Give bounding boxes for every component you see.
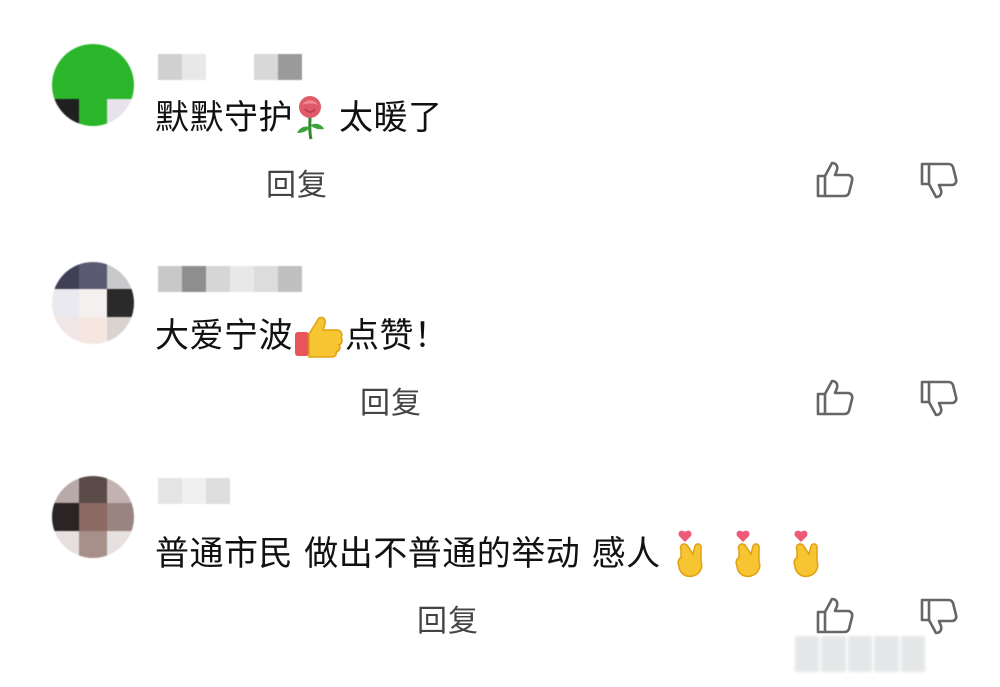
thumbs-up-emoji bbox=[295, 316, 343, 358]
comment-item: 普通市民 做出不普通的举动 感人 回复 bbox=[0, 0, 1000, 639]
avatar-mosaic-cell bbox=[79, 316, 107, 344]
finger-heart-emoji bbox=[793, 530, 819, 578]
thumbs-down-outline-icon[interactable] bbox=[918, 378, 960, 420]
avatar-mosaic-cell bbox=[79, 262, 107, 290]
avatar-mosaic-cell bbox=[52, 503, 80, 531]
avatar-mosaic-cell bbox=[106, 262, 134, 290]
avatar-mosaic-cell bbox=[79, 503, 107, 531]
watermark-blurred bbox=[795, 636, 926, 672]
avatar-mosaic-cell bbox=[52, 476, 80, 504]
comment-text-part: 点赞！ bbox=[345, 316, 449, 356]
avatar-mosaic-cell bbox=[52, 530, 80, 558]
avatar[interactable] bbox=[52, 262, 134, 344]
comment-text: 大爱宁波 点赞！ bbox=[155, 312, 449, 360]
username-blurred[interactable] bbox=[158, 478, 230, 504]
avatar-mosaic-cell bbox=[106, 530, 134, 558]
avatar-mosaic-cell bbox=[106, 476, 134, 504]
avatar-mosaic-cell bbox=[79, 476, 107, 504]
thumbs-up-outline-icon[interactable] bbox=[814, 594, 856, 636]
avatar[interactable] bbox=[52, 476, 134, 558]
avatar-mosaic-cell bbox=[79, 530, 107, 558]
avatar-mosaic-cell bbox=[52, 262, 80, 290]
thumbs-up-outline-icon[interactable] bbox=[814, 376, 856, 418]
avatar-mosaic-cell bbox=[106, 503, 134, 531]
reply-button[interactable]: 回复 bbox=[417, 596, 479, 640]
avatar-mosaic-cell bbox=[106, 316, 134, 344]
comment-text: 普通市民 做出不普通的举动 感人 bbox=[155, 528, 827, 580]
finger-heart-emoji bbox=[735, 530, 761, 578]
reply-button[interactable]: 回复 bbox=[360, 378, 422, 422]
avatar-mosaic-cell bbox=[52, 289, 80, 317]
thumbs-down-outline-icon[interactable] bbox=[918, 596, 960, 638]
finger-heart-emoji bbox=[677, 530, 703, 578]
comment-text-part: 普通市民 做出不普通的举动 感人 bbox=[155, 534, 661, 574]
username-blurred[interactable] bbox=[158, 266, 302, 292]
avatar-mosaic-cell bbox=[106, 289, 134, 317]
avatar-mosaic-cell bbox=[79, 289, 107, 317]
comment-text-part: 大爱宁波 bbox=[155, 316, 293, 356]
avatar-mosaic-cell bbox=[52, 316, 80, 344]
